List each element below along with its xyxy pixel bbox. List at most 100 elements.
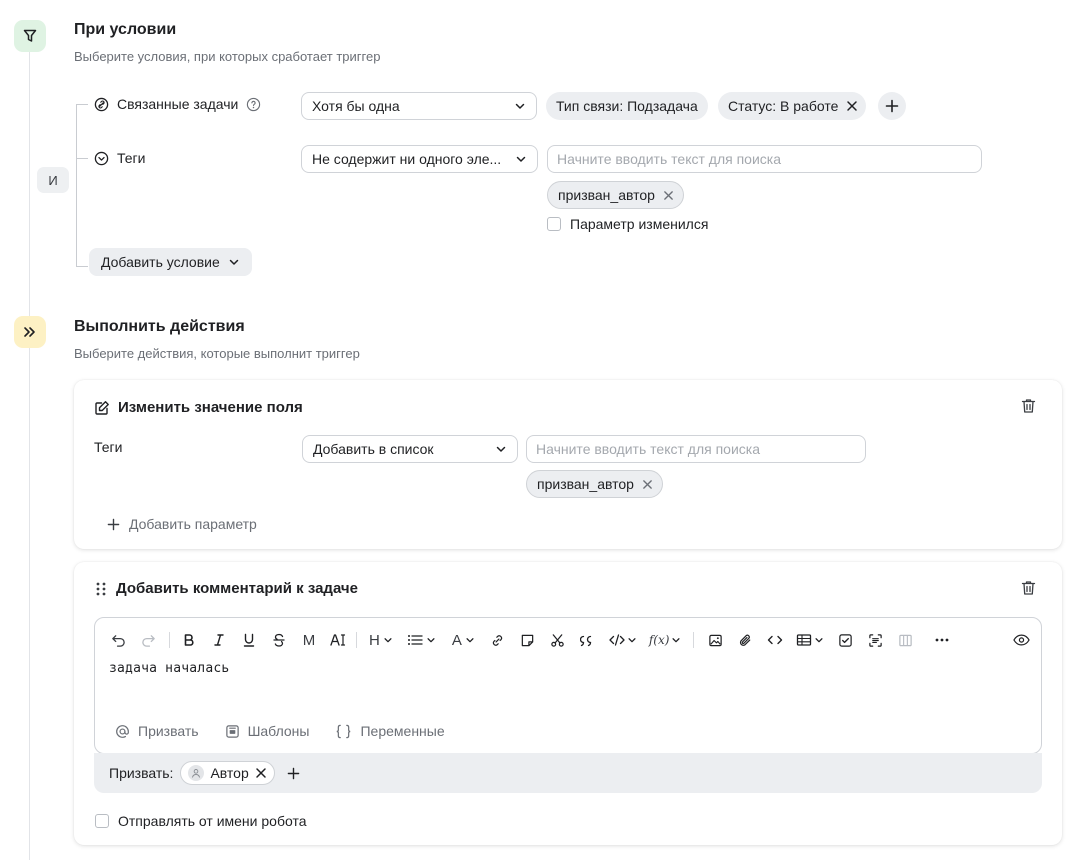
tags-condition-select-value: Не содержит ни одного эле... — [312, 151, 502, 167]
robot-sender-checkbox[interactable] — [95, 814, 109, 828]
plus-icon — [107, 518, 120, 530]
image-button[interactable] — [706, 628, 724, 652]
variables-button[interactable]: Переменные — [335, 723, 445, 739]
templates-button[interactable]: Шаблоны — [225, 723, 309, 739]
formula-dropdown[interactable]: f(x) — [649, 628, 682, 652]
trash-icon — [1021, 399, 1035, 413]
eye-icon — [1012, 634, 1030, 646]
mention-bar: Призвать: Автор — [94, 753, 1042, 793]
undo-button[interactable] — [109, 628, 127, 652]
chevron-circle-icon — [94, 151, 109, 165]
add-parameter-button[interactable]: Добавить параметр — [107, 516, 257, 532]
table-icon — [797, 634, 812, 646]
note-button[interactable] — [519, 628, 537, 652]
mention-insert-button[interactable]: Призвать — [115, 723, 199, 739]
chevron-down-icon — [815, 638, 823, 643]
tag-chip-label: призван_автор — [558, 187, 655, 203]
add-condition-button[interactable]: Добавить условие — [89, 248, 252, 276]
mention-chip-author[interactable]: Автор — [180, 761, 275, 785]
chevron-down-icon — [516, 156, 526, 162]
change-field-select[interactable]: Добавить в список — [302, 435, 518, 463]
cut-button[interactable] — [549, 628, 567, 652]
chevron-down-icon — [628, 638, 636, 643]
conditions-subtitle: Выберите условия, при которых сработает … — [74, 49, 381, 64]
checklist-button[interactable] — [836, 628, 854, 652]
tags-condition-select[interactable]: Не содержит ни одного эле... — [301, 145, 538, 173]
robot-sender-row[interactable]: Отправлять от имени робота — [95, 813, 306, 829]
linked-tasks-select[interactable]: Хотя бы одна — [301, 92, 537, 120]
help-icon[interactable] — [246, 97, 261, 112]
table-dropdown[interactable] — [796, 628, 824, 652]
monospace-button[interactable]: M — [300, 628, 318, 652]
close-icon[interactable] — [642, 479, 653, 490]
strikethrough-button[interactable] — [270, 628, 288, 652]
italic-button[interactable] — [210, 628, 228, 652]
strikethrough-icon — [273, 633, 285, 647]
change-field-tag-chip[interactable]: призван_автор — [526, 470, 663, 498]
chevron-down-icon — [427, 638, 435, 643]
link-icon — [493, 634, 503, 646]
curly-braces-icon — [337, 724, 351, 738]
and-operator-badge[interactable]: И — [37, 167, 69, 193]
toolbar-separator — [169, 632, 170, 648]
bold-button[interactable] — [180, 628, 198, 652]
delete-comment-action-button[interactable] — [1019, 579, 1037, 597]
actions-title: Выполнить действия — [74, 318, 245, 335]
actions-subtitle: Выберите действия, которые выполнит триг… — [74, 346, 360, 361]
close-icon[interactable] — [846, 100, 858, 112]
plus-icon — [287, 767, 300, 779]
paperclip-icon — [739, 634, 751, 646]
param-changed-checkbox[interactable] — [547, 217, 561, 231]
heading-dropdown[interactable]: H — [369, 628, 393, 652]
more-button[interactable] — [932, 628, 952, 652]
tags-label-row: Теги — [94, 150, 145, 166]
columns-button — [896, 628, 914, 652]
link-button[interactable] — [489, 628, 507, 652]
clear-format-button[interactable] — [328, 628, 348, 652]
comment-text[interactable]: задача началась — [109, 661, 229, 676]
change-field-title: Изменить значение поля — [118, 399, 303, 416]
quote-icon — [579, 635, 592, 647]
mention-insert-label: Призвать — [138, 723, 199, 739]
timeline-line — [29, 48, 30, 860]
delete-action-button[interactable] — [1019, 397, 1037, 415]
toolbar-separator — [693, 632, 695, 648]
underline-button[interactable] — [240, 628, 258, 652]
add-mention-button[interactable] — [284, 763, 304, 783]
list-dropdown[interactable] — [407, 628, 436, 652]
and-bracket — [76, 104, 77, 267]
redo-icon — [141, 634, 155, 647]
bracket-bottom — [76, 266, 88, 267]
filter-icon — [23, 29, 37, 42]
inline-code-button[interactable] — [766, 628, 784, 652]
font-color-dropdown[interactable]: A — [452, 628, 475, 652]
quote-button[interactable] — [579, 628, 597, 652]
tag-chip[interactable]: призван_автор — [547, 181, 684, 209]
mention-label: Призвать: — [109, 765, 174, 781]
preview-button[interactable] — [1011, 628, 1031, 652]
mention-chip-label: Автор — [210, 765, 249, 781]
status-chip[interactable]: Статус: В работе — [718, 92, 867, 120]
tags-search-input[interactable]: Начните вводить текст для поиска — [547, 145, 982, 173]
drag-handle-icon[interactable] — [94, 581, 108, 597]
conditions-title: При условии — [74, 21, 177, 38]
attach-button[interactable] — [736, 628, 754, 652]
comment-editor[interactable]: M H A f(x) задача началась Призвать Шабл… — [94, 617, 1042, 754]
close-icon[interactable] — [255, 767, 267, 779]
chevron-down-icon — [496, 446, 506, 452]
redo-button[interactable] — [139, 628, 157, 652]
add-parameter-label: Добавить параметр — [129, 516, 257, 532]
link-type-chip[interactable]: Тип связи: Подзадача — [546, 92, 708, 120]
chevron-down-icon — [515, 103, 525, 109]
font-color-label: A — [451, 631, 462, 649]
double-arrow-right-icon — [24, 327, 35, 337]
param-changed-row[interactable]: Параметр изменился — [547, 216, 708, 232]
change-field-search-input[interactable]: Начните вводить текст для поиска — [526, 435, 866, 463]
chevron-down-icon — [672, 638, 680, 643]
at-icon — [116, 724, 129, 738]
avatar — [188, 765, 205, 781]
code-dropdown[interactable] — [609, 628, 637, 652]
close-icon[interactable] — [663, 190, 674, 201]
add-filter-button[interactable] — [878, 92, 906, 120]
cut-block-button[interactable] — [866, 628, 884, 652]
